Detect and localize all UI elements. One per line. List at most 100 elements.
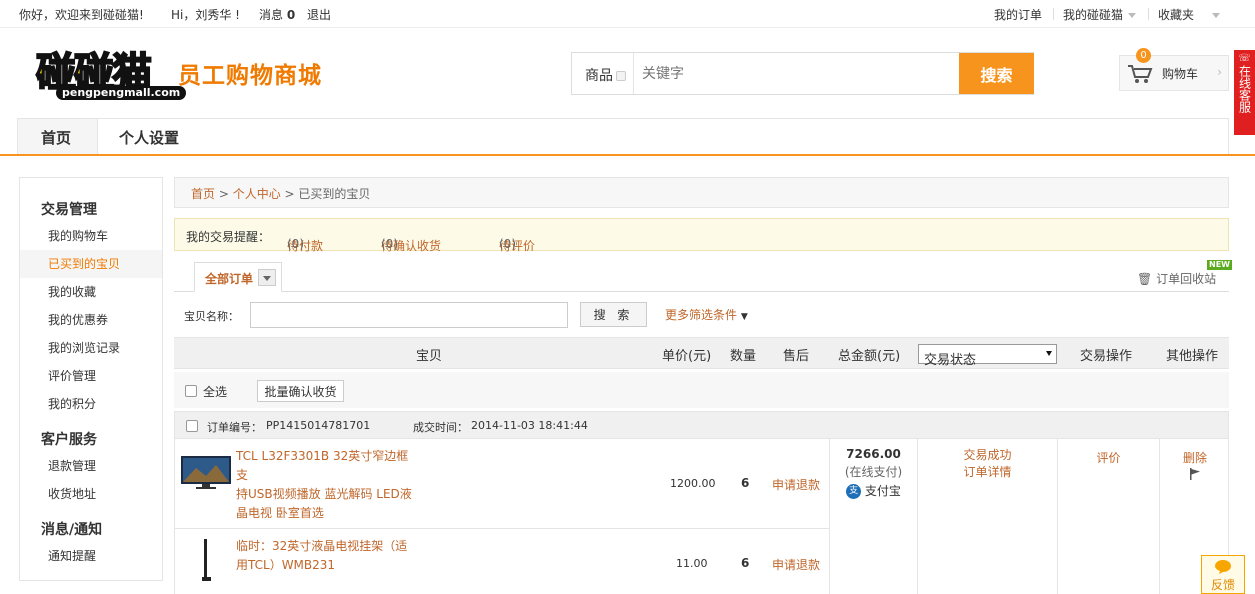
sidebar-item-refunds[interactable]: 退款管理 bbox=[20, 452, 162, 480]
search-button[interactable]: 搜索 bbox=[959, 53, 1034, 94]
sidebar-item-favorites[interactable]: 我的收藏 bbox=[20, 278, 162, 306]
product-thumbnail-bracket[interactable] bbox=[199, 539, 213, 583]
order-total-cell: 7266.00 (在线支付) 支 支付宝 bbox=[830, 447, 917, 499]
trade-reminder-bar: 我的交易提醒： 待付款 (0) 待确认收货 (0) 待评价 (0) bbox=[174, 218, 1229, 253]
bulk-confirm-button[interactable]: 批量确认收货 bbox=[257, 380, 344, 402]
refund-link[interactable]: 申请退款 bbox=[772, 556, 820, 573]
review-link[interactable]: 评价 bbox=[1058, 449, 1159, 466]
site-logo[interactable]: 碰碰猫 pengpengmall.com 员工购物商城 bbox=[34, 40, 334, 104]
sidebar-item-reviews[interactable]: 评价管理 bbox=[20, 362, 162, 390]
col-total: 总金额(元) bbox=[838, 349, 901, 364]
payment-method-label: 支付宝 bbox=[864, 484, 901, 498]
tab-all-orders[interactable]: 全部订单 bbox=[194, 262, 282, 292]
product-thumbnail-tv[interactable] bbox=[181, 456, 231, 489]
chevron-down-icon[interactable] bbox=[258, 269, 276, 286]
breadcrumb-home[interactable]: 首页 bbox=[191, 187, 215, 201]
item-name-input[interactable] bbox=[250, 302, 568, 328]
payment-method: 支 支付宝 bbox=[830, 482, 917, 499]
nav-underline bbox=[0, 154, 1255, 156]
cart-button[interactable]: 0 购物车 › bbox=[1119, 48, 1229, 91]
nav-home-tab[interactable]: 首页 bbox=[18, 119, 98, 154]
chevron-down-icon bbox=[1212, 13, 1221, 18]
phone-icon: ☏ bbox=[1238, 53, 1251, 64]
select-all-checkbox[interactable] bbox=[185, 385, 197, 397]
online-service-label: 在线客服 bbox=[1237, 65, 1252, 113]
trade-status-select[interactable]: 交易状态 bbox=[918, 344, 1057, 368]
welcome-text: 你好，欢迎来到碰碰猫! bbox=[19, 8, 144, 22]
breadcrumb-separator: > bbox=[215, 187, 233, 201]
main-nav: 首页 个人设置 bbox=[17, 118, 1229, 154]
quantity: 6 bbox=[741, 476, 750, 490]
logout-link[interactable]: 退出 bbox=[307, 6, 331, 23]
flag-icon[interactable] bbox=[1160, 468, 1230, 483]
filter-search-button[interactable]: 搜 索 bbox=[580, 302, 647, 327]
order-filter: 宝贝名称： 搜 索 更多筛选条件 ▼ bbox=[174, 293, 1229, 337]
reminder-label: 我的交易提醒： bbox=[186, 230, 271, 244]
cart-icon bbox=[1128, 65, 1153, 83]
messages-link[interactable]: 消息 0 bbox=[259, 6, 295, 23]
order-status-cell: 交易成功 订单详情 bbox=[918, 447, 1057, 481]
feedback-label: 反馈 bbox=[1210, 578, 1235, 592]
new-badge: NEW bbox=[1207, 260, 1232, 270]
more-filters-label: 更多筛选条件 bbox=[665, 308, 738, 322]
product-name-link[interactable]: TCL L32F3301B 32英寸窄边框 支 持USB视频播放 蓝光解码 LE… bbox=[236, 447, 421, 523]
my-orders-link[interactable]: 我的订单 bbox=[994, 6, 1042, 23]
product-name-link[interactable]: 临时：32英寸液晶电视挂架（适 用TCL）WMB231 bbox=[236, 537, 421, 575]
refund-link[interactable]: 申请退款 bbox=[772, 476, 820, 493]
divider bbox=[1053, 8, 1054, 20]
feedback-button[interactable]: 反馈 bbox=[1201, 555, 1245, 594]
favorites-link[interactable]: 收藏夹 bbox=[1158, 6, 1221, 23]
order-number: PP1415014781701 bbox=[266, 419, 371, 432]
product-name-line: 用TCL）WMB231 bbox=[236, 558, 336, 572]
search-category-select[interactable]: 商品 bbox=[572, 53, 634, 94]
sidebar-item-points[interactable]: 我的积分 bbox=[20, 390, 162, 418]
trade-status-value: 交易状态 bbox=[924, 353, 977, 368]
order-header: 订单编号： PP1415014781701 成交时间： 2014-11-03 1… bbox=[174, 411, 1229, 439]
chevron-down-icon bbox=[616, 71, 626, 81]
item-name-label: 宝贝名称： bbox=[184, 310, 239, 323]
sidebar-item-history[interactable]: 我的浏览记录 bbox=[20, 334, 162, 362]
breadcrumb-center[interactable]: 个人中心 bbox=[233, 187, 281, 201]
payment-note: (在线支付) bbox=[844, 465, 903, 479]
order-recycle-link[interactable]: 🗑 订单回收站 bbox=[1137, 270, 1216, 287]
search-input[interactable] bbox=[634, 53, 958, 94]
sidebar-item-cart[interactable]: 我的购物车 bbox=[20, 222, 162, 250]
sidebar-item-addresses[interactable]: 收货地址 bbox=[20, 480, 162, 508]
divider bbox=[175, 528, 830, 529]
col-trade-ops: 交易操作 bbox=[1080, 349, 1133, 364]
nav-settings-tab[interactable]: 个人设置 bbox=[119, 127, 179, 148]
sidebar-item-notifications[interactable]: 通知提醒 bbox=[20, 542, 162, 570]
sidebar-item-coupons[interactable]: 我的优惠券 bbox=[20, 306, 162, 334]
other-ops-cell: 删除 bbox=[1160, 449, 1230, 483]
tab-all-orders-label: 全部订单 bbox=[205, 272, 254, 286]
select-all-label: 全选 bbox=[203, 385, 228, 399]
search-bar: 商品 搜索 bbox=[571, 52, 1034, 95]
sidebar-heading-service: 客户服务 bbox=[41, 432, 97, 448]
more-filters-link[interactable]: 更多筛选条件 ▼ bbox=[665, 306, 748, 323]
col-unit-price: 单价(元) bbox=[662, 349, 712, 364]
order-checkbox[interactable] bbox=[186, 420, 198, 432]
pending-review-count: (0) bbox=[499, 237, 516, 251]
col-item: 宝贝 bbox=[416, 349, 443, 364]
trade-status: 交易成功 bbox=[963, 448, 1012, 462]
alipay-icon: 支 bbox=[846, 484, 862, 499]
my-account-link[interactable]: 我的碰碰猫 bbox=[1063, 6, 1137, 23]
online-service-tab[interactable]: ☏ 在线客服 bbox=[1234, 50, 1255, 135]
sidebar-heading-trade: 交易管理 bbox=[41, 202, 97, 218]
nav-home-label: 首页 bbox=[41, 129, 72, 147]
product-name-line: 持USB视频播放 蓝光解码 LED液 bbox=[236, 487, 412, 501]
sidebar-item-purchased[interactable]: 已买到的宝贝 bbox=[20, 250, 162, 278]
col-quantity: 数量 bbox=[730, 349, 757, 364]
col-other-ops: 其他操作 bbox=[1166, 349, 1219, 364]
sidebar: 交易管理 我的购物车 已买到的宝贝 我的收藏 我的优惠券 我的浏览记录 评价管理… bbox=[19, 177, 163, 581]
order-total: 7266.00 bbox=[846, 447, 901, 461]
logo-url-text: pengpengmall.com bbox=[56, 86, 187, 100]
order-recycle-label: 订单回收站 bbox=[1156, 272, 1217, 286]
user-greeting[interactable]: Hi，刘秀华 ! bbox=[171, 6, 240, 23]
order-detail-link[interactable]: 订单详情 bbox=[918, 464, 1057, 481]
order-table-header: 宝贝 单价(元) 数量 售后 总金额(元) 交易状态 交易操作 其他操作 bbox=[174, 337, 1229, 369]
delete-link[interactable]: 删除 bbox=[1160, 449, 1230, 466]
messages-count: 0 bbox=[286, 8, 296, 22]
my-account-label: 我的碰碰猫 bbox=[1063, 8, 1124, 22]
top-bar: 你好，欢迎来到碰碰猫! Hi，刘秀华 ! 消息 0 退出 我的订单 我的碰碰猫 … bbox=[0, 0, 1255, 28]
